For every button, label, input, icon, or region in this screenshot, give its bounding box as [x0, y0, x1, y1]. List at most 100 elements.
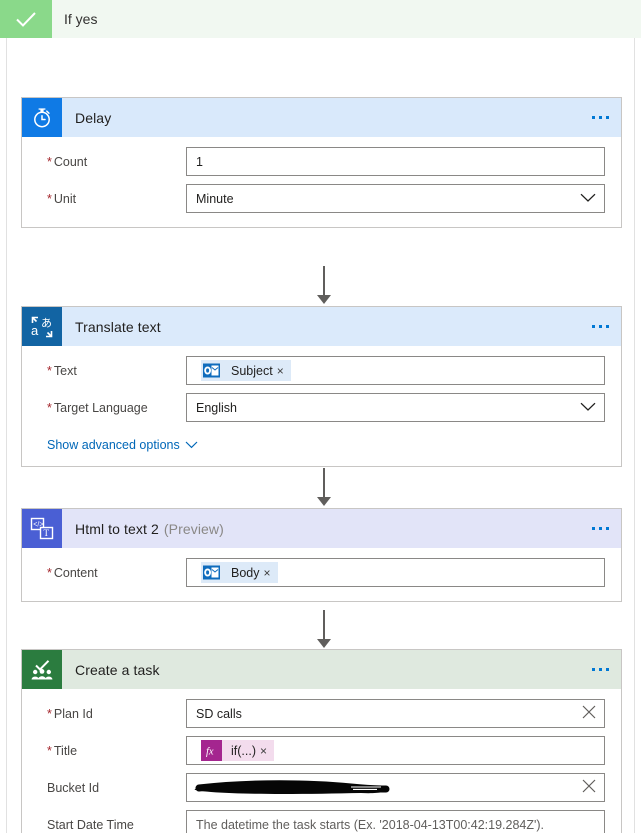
- action-card-html-to-text-2[interactable]: </> T Html to text 2 (Preview) *Content: [21, 508, 622, 602]
- stopwatch-icon: [22, 98, 62, 137]
- branch-rail-left: [6, 38, 7, 833]
- required-asterisk: *: [47, 743, 52, 758]
- field-label-count: * Count: [47, 154, 88, 169]
- field-row-title: * Title fx if(...) ×: [38, 736, 605, 765]
- branch-header-if-yes: If yes: [0, 0, 641, 38]
- close-icon[interactable]: ×: [260, 745, 274, 757]
- card-title-delay: Delay: [62, 98, 111, 137]
- target-language-dropdown[interactable]: English: [186, 393, 605, 422]
- outlook-icon: [201, 562, 222, 583]
- required-asterisk: *: [47, 363, 52, 378]
- card-title-text: Create a task: [75, 661, 160, 678]
- field-row-plan-id: * Plan Id SD calls: [38, 699, 605, 728]
- field-label-content: * Content: [47, 565, 98, 580]
- required-asterisk: *: [47, 154, 52, 169]
- plan-id-value: SD calls: [196, 706, 242, 721]
- fx-icon: fx: [201, 740, 222, 761]
- token-expression[interactable]: fx if(...) ×: [201, 740, 275, 761]
- more-options-icon-html-to-text-2[interactable]: [592, 509, 609, 548]
- field-row-content: * Content Body ×: [38, 558, 605, 587]
- content-input[interactable]: Body ×: [186, 558, 605, 587]
- flow-canvas: Delay * Count 1 * Unit Minute a あ Transl…: [0, 38, 641, 833]
- unit-value: Minute: [196, 191, 234, 206]
- chevron-down-icon[interactable]: [580, 192, 596, 206]
- card-title-text: Delay: [75, 109, 112, 126]
- token-label: Body: [231, 565, 260, 580]
- more-options-icon-translate-text[interactable]: [592, 307, 609, 346]
- planner-task-icon: [22, 650, 62, 689]
- count-input[interactable]: 1: [186, 147, 605, 176]
- start-date-time-placeholder: The datetime the task starts (Ex. '2018-…: [196, 817, 545, 832]
- field-row-unit: * Unit Minute: [38, 184, 605, 213]
- required-asterisk: *: [47, 706, 52, 721]
- bucket-id-input[interactable]: [186, 773, 605, 802]
- action-card-create-a-task[interactable]: Create a task *Plan Id SD calls *Title: [21, 649, 622, 833]
- token-label: Subject: [231, 363, 273, 378]
- text-input[interactable]: Subject ×: [186, 356, 605, 385]
- redaction-mark: [191, 777, 396, 798]
- token-subject[interactable]: Subject ×: [201, 360, 291, 381]
- card-header-html-to-text-2[interactable]: </> T Html to text 2 (Preview): [22, 509, 621, 548]
- chevron-down-icon[interactable]: [580, 401, 596, 415]
- field-row-target-language: * Target Language English: [38, 393, 605, 422]
- field-label-target-language: * Target Language: [47, 400, 148, 415]
- title-input[interactable]: fx if(...) ×: [186, 736, 605, 765]
- field-label-bucket-id: Bucket Id: [47, 780, 100, 795]
- card-title-text: Html to text 2: [75, 520, 159, 537]
- branch-title: If yes: [64, 11, 98, 27]
- card-header-create-a-task[interactable]: Create a task: [22, 650, 621, 689]
- field-label-text: * Text: [47, 363, 77, 378]
- more-options-icon-delay[interactable]: [592, 98, 609, 137]
- show-advanced-options-link[interactable]: Show advanced options: [47, 438, 198, 452]
- svg-text:fx: fx: [206, 747, 214, 758]
- field-row-start-date-time: Start Date Time The datetime the task st…: [38, 810, 605, 833]
- connector-delay-to-translate: [317, 266, 331, 304]
- translate-icon: a あ: [22, 307, 62, 346]
- card-body-translate-text: * Text Subject × * Target Language Engli…: [22, 346, 621, 466]
- token-label: if(...): [231, 743, 256, 758]
- card-header-delay[interactable]: Delay: [22, 98, 621, 137]
- count-value: 1: [196, 154, 203, 169]
- preview-badge: (Preview): [163, 520, 224, 537]
- unit-dropdown[interactable]: Minute: [186, 184, 605, 213]
- close-icon[interactable]: ×: [264, 567, 278, 579]
- card-title-translate-text: Translate text: [62, 307, 161, 346]
- plan-id-input[interactable]: SD calls: [186, 699, 605, 728]
- more-options-icon-create-a-task[interactable]: [592, 650, 609, 689]
- field-row-count: * Count 1: [38, 147, 605, 176]
- card-body-html-to-text-2: * Content Body ×: [22, 548, 621, 601]
- required-asterisk: *: [47, 565, 52, 580]
- outlook-icon: [201, 360, 222, 381]
- field-row-bucket-id: Bucket Id: [38, 773, 605, 802]
- card-body-delay: * Count 1 * Unit Minute: [22, 137, 621, 227]
- target-language-value: English: [196, 400, 237, 415]
- field-label-start-date-time: Start Date Time: [47, 817, 134, 832]
- card-title-create-a-task: Create a task: [62, 650, 160, 689]
- action-card-translate-text[interactable]: a あ Translate text * Text Subject × * Ta…: [21, 306, 622, 467]
- close-icon[interactable]: ×: [277, 365, 291, 377]
- check-icon: [0, 0, 52, 38]
- action-card-delay[interactable]: Delay * Count 1 * Unit Minute: [21, 97, 622, 228]
- close-icon[interactable]: [582, 705, 596, 722]
- close-icon[interactable]: [582, 779, 596, 796]
- field-label-unit: * Unit: [47, 191, 77, 206]
- field-label-plan-id: * Plan Id: [47, 706, 93, 721]
- connector-html-to-create-task: [317, 610, 331, 648]
- connector-translate-to-html: [317, 468, 331, 506]
- html-to-text-icon: </> T: [22, 509, 62, 548]
- show-advanced-options-label: Show advanced options: [47, 438, 180, 452]
- card-title-html-to-text-2: Html to text 2 (Preview): [62, 509, 224, 548]
- field-row-text: * Text Subject ×: [38, 356, 605, 385]
- chevron-down-icon: [185, 438, 198, 452]
- required-asterisk: *: [47, 400, 52, 415]
- token-body[interactable]: Body ×: [201, 562, 278, 583]
- svg-text:a: a: [31, 323, 39, 338]
- svg-text:あ: あ: [41, 316, 52, 329]
- card-title-text: Translate text: [75, 318, 161, 335]
- svg-text:T: T: [44, 528, 50, 538]
- card-header-translate-text[interactable]: a あ Translate text: [22, 307, 621, 346]
- field-label-title: * Title: [47, 743, 78, 758]
- required-asterisk: *: [47, 191, 52, 206]
- start-date-time-input[interactable]: The datetime the task starts (Ex. '2018-…: [186, 810, 605, 833]
- branch-rail-right: [634, 38, 635, 833]
